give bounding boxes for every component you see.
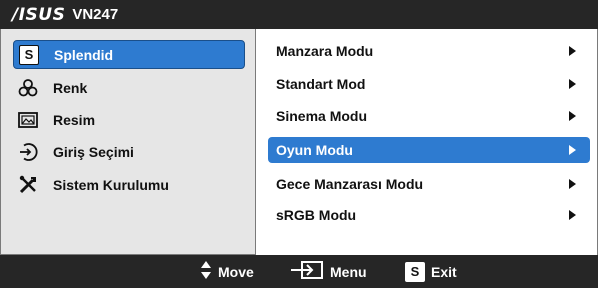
menu-label: Menu [330,263,367,280]
brand-logo: /ISUS [12,4,66,25]
exit-label: Exit [431,263,457,280]
main-menu-item-sistem-kurulumu[interactable]: Sistem Kurulumu [13,170,245,199]
color-icon [17,78,39,98]
menu-hint[interactable]: Menu [290,255,367,288]
sub-menu-item[interactable]: Gece Manzarası Modu [268,171,590,197]
image-icon [17,110,39,130]
sub-menu-item-label: Standart Mod [276,76,366,92]
move-label: Move [218,263,254,280]
move-hint[interactable]: Move [200,255,254,288]
main-menu-item-giris-secimi[interactable]: Giriş Seçimi [13,137,245,166]
sub-menu-item[interactable]: Sinema Modu [268,103,590,129]
chevron-right-icon [569,46,576,56]
input-select-icon [17,142,39,162]
sub-menu-item[interactable]: sRGB Modu [268,202,590,228]
main-menu-item-label: Resim [53,111,96,128]
exit-s-icon: S [405,261,425,282]
sub-menu-item-label: Manzara Modu [276,43,374,59]
sub-menu: Manzara Modu Standart Mod Sinema Modu Oy… [256,29,598,255]
main-menu-item-label: Splendid [54,46,114,63]
main-menu-item-renk[interactable]: Renk [13,73,245,102]
osd-footer: Move Menu S Exit [0,255,598,288]
chevron-right-icon [569,111,576,121]
chevron-right-icon [569,79,576,89]
sub-menu-item[interactable]: Standart Mod [268,71,590,97]
tools-icon [17,175,39,195]
sub-menu-item-label: sRGB Modu [276,207,357,223]
sub-menu-item-selected[interactable]: Oyun Modu [268,137,590,163]
main-menu-item-label: Sistem Kurulumu [53,176,169,193]
main-menu-item-label: Giriş Seçimi [53,143,134,160]
osd-header: /ISUS VN247 [0,0,598,29]
chevron-right-icon [569,179,576,189]
main-menu-item-splendid[interactable]: S Splendid [13,40,245,69]
chevron-right-icon [569,210,576,220]
main-menu-item-label: Renk [53,79,88,96]
sub-menu-item-label: Oyun Modu [276,142,353,158]
up-down-arrow-icon [200,260,212,283]
sub-menu-item-label: Gece Manzarası Modu [276,176,424,192]
sub-menu-item[interactable]: Manzara Modu [268,38,590,64]
main-menu-item-resim[interactable]: Resim [13,105,245,134]
osd-window: /ISUS VN247 S Splendid Renk Resim Giriş … [0,0,598,288]
splendid-s-icon: S [18,44,40,65]
main-menu: S Splendid Renk Resim Giriş Seçimi Siste… [0,29,256,255]
model-name: VN247 [72,6,119,23]
enter-icon [290,260,324,283]
exit-hint[interactable]: S Exit [405,255,457,288]
sub-menu-item-label: Sinema Modu [276,108,368,124]
chevron-right-icon [569,145,576,155]
